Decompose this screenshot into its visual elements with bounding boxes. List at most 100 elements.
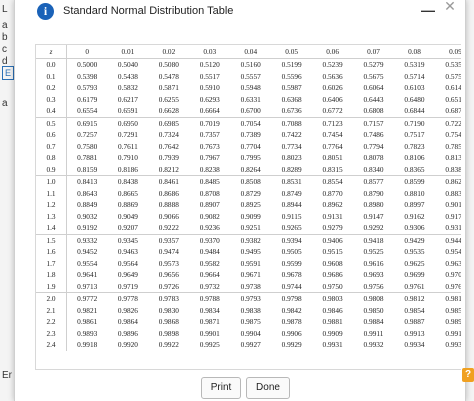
probability-cell: 0.5793	[77, 83, 98, 93]
probability-cell: 0.9625	[404, 258, 425, 268]
probability-cell: 0.9693	[363, 270, 384, 280]
table-row: 1.2 0.8849 0.8869 0.8888 0.8907 0.8925 0.8944 0…	[36, 199, 461, 211]
probability-cell: 0.8577	[353, 175, 394, 188]
probability-cell: 0.9582	[199, 258, 220, 268]
probability-cell: 0.9881	[322, 317, 343, 327]
background-text: b	[2, 32, 8, 43]
probability-cell: 0.8749	[281, 188, 302, 198]
distribution-table-dialog: i Standard Normal Distribution Table — ✕…	[14, 0, 466, 401]
probability-cell: 0.5987	[281, 83, 302, 93]
table-row: 1.8 0.9641 0.9649 0.9656 0.9664 0.9671 0.9678 0…	[36, 269, 461, 281]
table-row: 0.0 0.5000 0.5040 0.5080 0.5120 0.5160 0.5199 0…	[36, 58, 461, 71]
probability-cell: 0.5000	[77, 60, 98, 70]
z-value-cell: 0.5	[36, 116, 67, 129]
probability-cell: 0.6026	[322, 83, 343, 93]
probability-cell: 0.5596	[281, 71, 302, 81]
z-value-cell: 1.7	[36, 257, 67, 269]
minimize-icon[interactable]: —	[421, 2, 435, 18]
z-value-cell: 2.4	[36, 339, 67, 351]
probability-cell: 0.9207	[117, 223, 138, 233]
probability-cell: 0.5319	[404, 60, 425, 70]
probability-cell: 0.8413	[66, 175, 108, 188]
probability-cell: 0.8980	[363, 200, 384, 210]
probability-cell: 0.9909	[322, 328, 343, 338]
probability-cell: 0.8289	[281, 164, 302, 174]
probability-cell: 0.9916	[445, 328, 461, 338]
z-value-cell: 1.8	[36, 269, 67, 281]
probability-cell: 0.9925	[199, 340, 220, 350]
probability-cell: 0.9706	[445, 270, 461, 280]
probability-cell: 0.8925	[240, 200, 261, 210]
probability-cell: 0.9808	[353, 292, 394, 305]
probability-cell: 0.9236	[199, 223, 220, 233]
z-value-cell: 0.8	[36, 152, 67, 164]
probability-cell: 0.9898	[158, 328, 179, 338]
probability-cell: 0.9906	[281, 328, 302, 338]
help-icon[interactable]: ?	[462, 368, 474, 382]
probability-cell: 0.9452	[77, 247, 98, 257]
table-row: 0.3 0.6179 0.6217 0.6255 0.6293 0.6331 0.6368 0…	[36, 93, 461, 105]
background-link-icon[interactable]: E	[2, 66, 14, 80]
close-icon[interactable]: ✕	[443, 0, 457, 14]
probability-cell: 0.6141	[445, 83, 461, 93]
probability-cell: 0.5160	[240, 60, 261, 70]
probability-cell: 0.7454	[322, 130, 343, 140]
probability-cell: 0.7389	[240, 130, 261, 140]
probability-cell: 0.9861	[77, 317, 98, 327]
probability-cell: 0.7881	[77, 153, 98, 163]
probability-cell: 0.8461	[148, 175, 190, 188]
probability-cell: 0.9929	[281, 340, 302, 350]
probability-cell: 0.7190	[394, 116, 435, 129]
done-button[interactable]: Done	[246, 377, 290, 399]
probability-cell: 0.9495	[240, 247, 261, 257]
probability-cell: 0.8621	[434, 175, 461, 188]
probability-cell: 0.9370	[189, 233, 231, 246]
probability-cell: 0.7995	[240, 153, 261, 163]
probability-cell: 0.5871	[158, 83, 179, 93]
probability-cell: 0.7054	[230, 116, 272, 129]
probability-cell: 0.6443	[363, 94, 384, 104]
probability-cell: 0.9162	[404, 211, 425, 221]
probability-cell: 0.9918	[77, 340, 98, 350]
probability-cell: 0.7939	[158, 153, 179, 163]
probability-cell: 0.8962	[322, 200, 343, 210]
probability-cell: 0.9868	[158, 317, 179, 327]
probability-cell: 0.5948	[240, 83, 261, 93]
info-icon: i	[37, 3, 54, 20]
table-row: 0.6 0.7257 0.7291 0.7324 0.7357 0.7389 0.7422 0…	[36, 129, 461, 141]
probability-cell: 0.9896	[117, 328, 138, 338]
probability-cell: 0.9934	[404, 340, 425, 350]
probability-cell: 0.8023	[281, 153, 302, 163]
z-value-cell: 0.9	[36, 163, 67, 176]
probability-cell: 0.9761	[404, 281, 425, 291]
probability-cell: 0.6293	[199, 94, 220, 104]
print-button[interactable]: Print	[201, 377, 241, 399]
table-scroll-area[interactable]: z 0 0.01 0.02 0.03 0.04 0.05 0.06 0.07 0.08 0.09 0…	[35, 44, 461, 370]
probability-cell: 0.9793	[230, 292, 272, 305]
table-row: 1.4 0.9192 0.9207 0.9222 0.9236 0.9251 0.9265 0…	[36, 222, 461, 234]
probability-cell: 0.5557	[240, 71, 261, 81]
probability-cell: 0.5910	[199, 83, 220, 93]
probability-cell: 0.9463	[117, 247, 138, 257]
probability-cell: 0.9857	[445, 305, 461, 315]
probability-cell: 0.9678	[281, 270, 302, 280]
probability-cell: 0.9846	[322, 305, 343, 315]
z-value-cell: 2.3	[36, 327, 67, 339]
probability-cell: 0.8686	[158, 188, 179, 198]
probability-cell: 0.9082	[199, 211, 220, 221]
probability-cell: 0.8830	[445, 188, 461, 198]
z-value-cell: 0.4	[36, 105, 67, 117]
probability-cell: 0.9726	[158, 281, 179, 291]
probability-cell: 0.9783	[148, 292, 190, 305]
probability-cell: 0.9177	[445, 211, 461, 221]
probability-cell: 0.9394	[271, 233, 313, 246]
probability-cell: 0.9641	[77, 270, 98, 280]
probability-cell: 0.8264	[240, 164, 261, 174]
probability-cell: 0.5359	[445, 60, 461, 70]
z-value-cell: 1.4	[36, 222, 67, 234]
probability-cell: 0.9788	[189, 292, 231, 305]
probability-cell: 0.7257	[77, 130, 98, 140]
probability-cell: 0.9099	[240, 211, 261, 221]
probability-cell: 0.7088	[271, 116, 313, 129]
z-value-cell: 0.6	[36, 129, 67, 141]
